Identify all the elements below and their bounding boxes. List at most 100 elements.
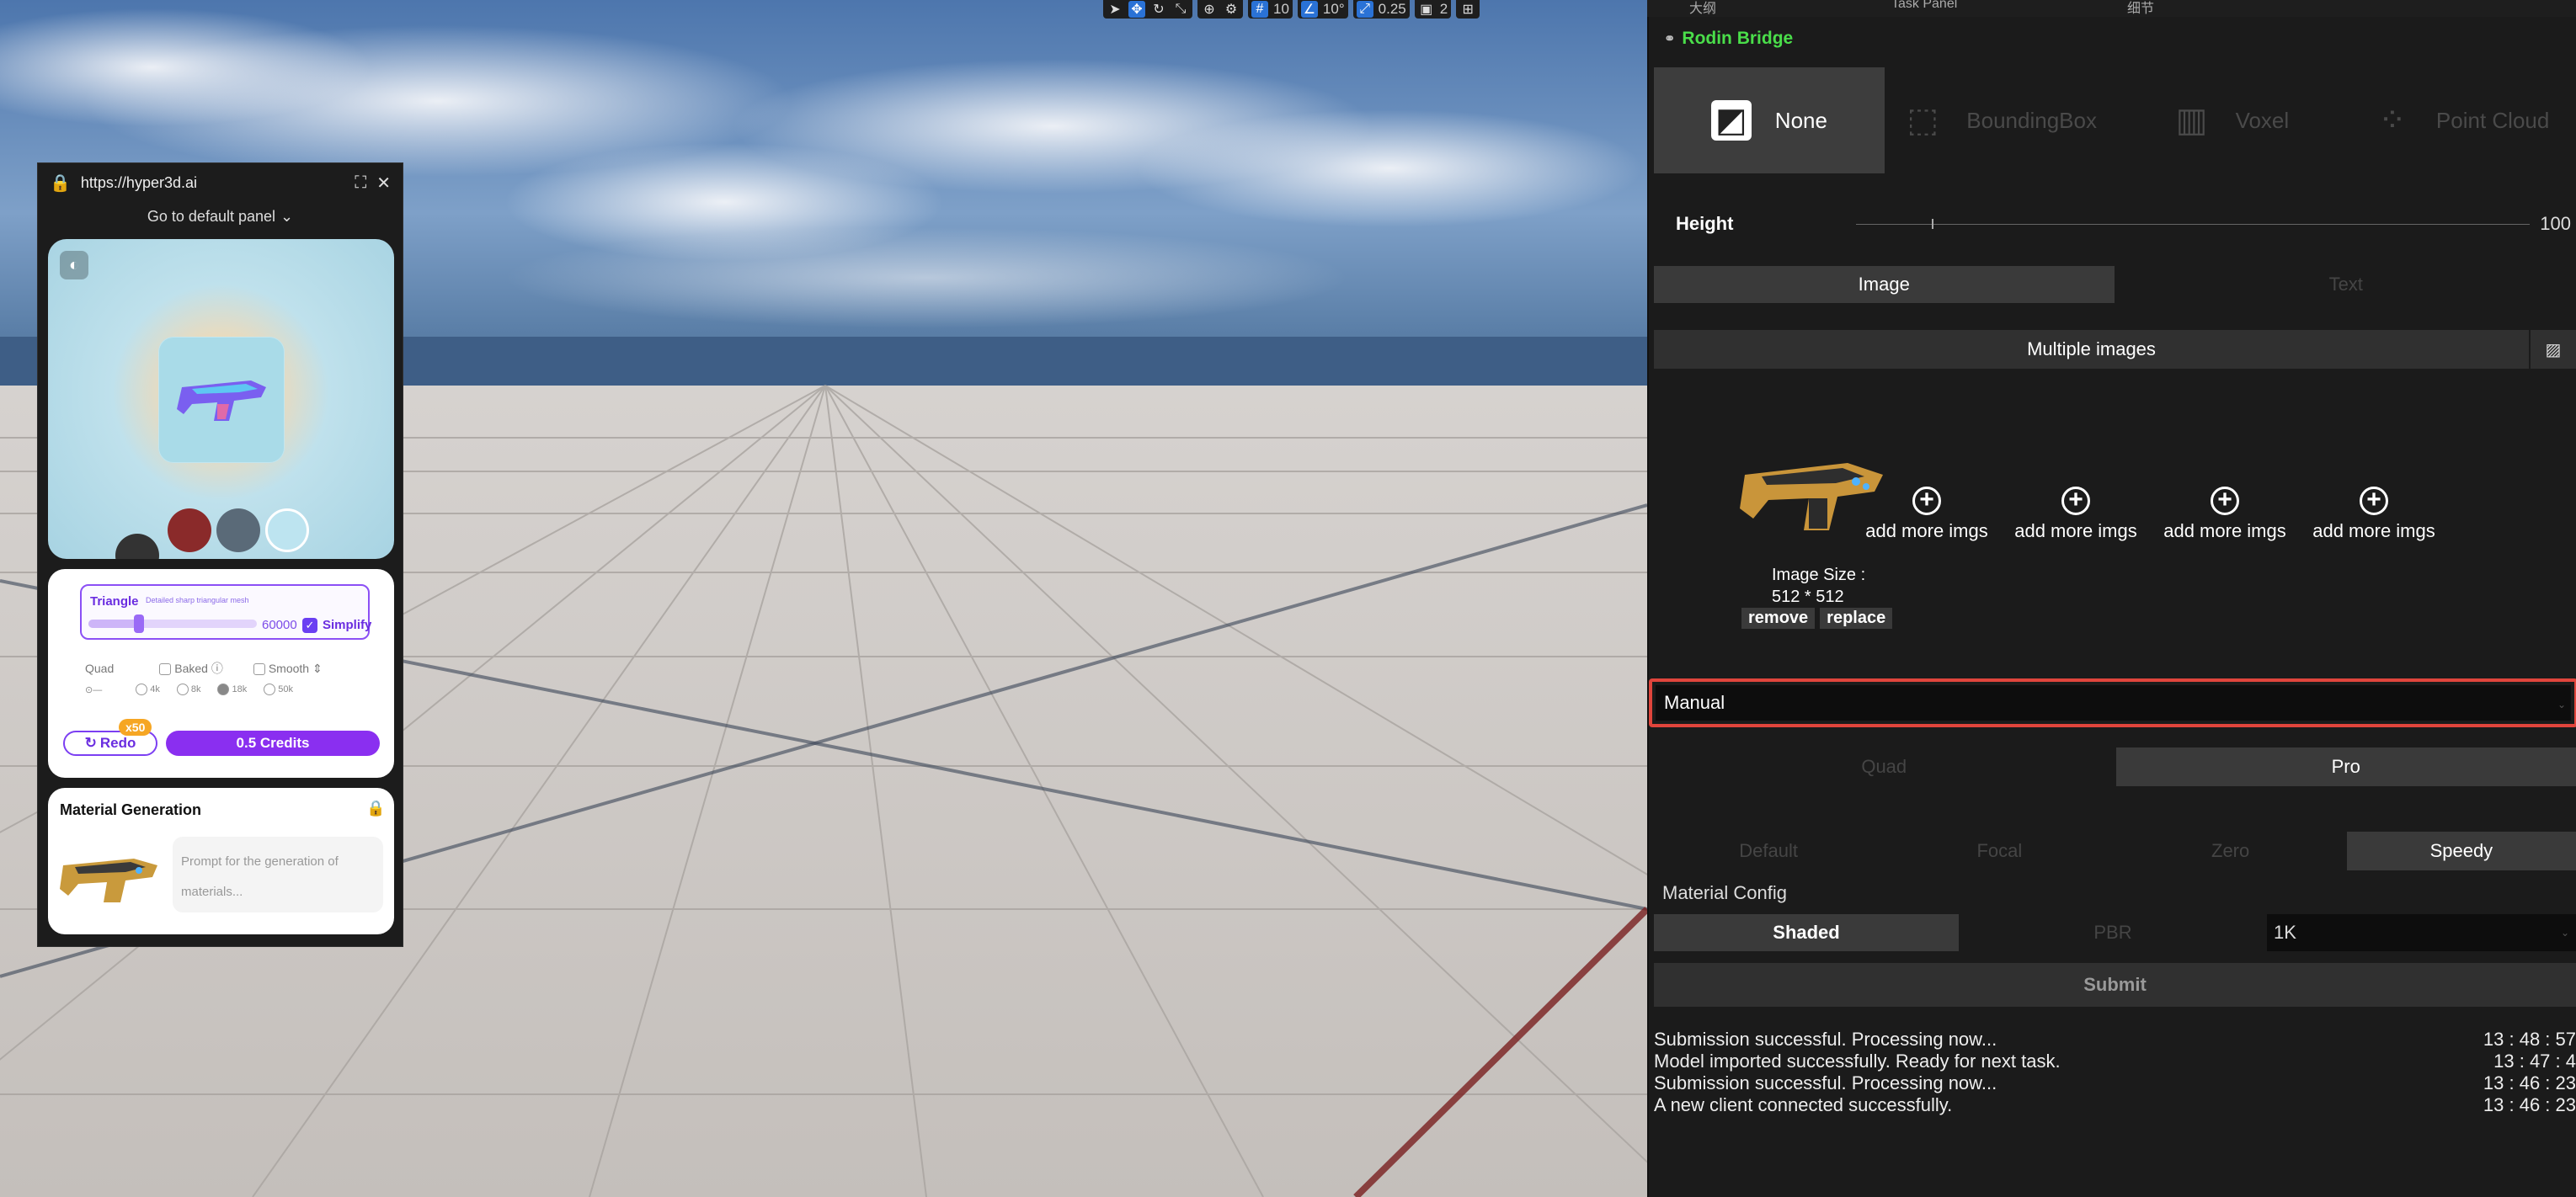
mode-point-cloud[interactable]: ⁘ Point Cloud [2345, 67, 2576, 173]
replace-button[interactable]: replace [1820, 608, 1893, 629]
add-more-label: add more imgs [2312, 520, 2435, 541]
history-thumbnail[interactable] [216, 508, 260, 552]
log-entry: Model imported successfully. Ready for n… [1654, 1051, 2576, 1072]
tab-outliner[interactable]: 大纲 [1689, 0, 1716, 17]
resolution-slider-icon[interactable]: ⊙— [85, 684, 102, 695]
credits-button[interactable]: 0.5 Credits [166, 731, 380, 756]
lock-icon[interactable]: 🔒 [366, 800, 385, 817]
radio-button[interactable] [136, 684, 148, 695]
refresh-icon: ↻ [84, 735, 97, 751]
scale-tool-icon[interactable]: ⤡ [1172, 1, 1189, 18]
radio-button[interactable] [176, 684, 189, 695]
mode-boundingbox[interactable]: ⬚ BoundingBox [1884, 67, 2115, 173]
quality-default-tab[interactable]: Default [1654, 832, 1884, 870]
tab-details[interactable]: 细节 [2127, 0, 2154, 17]
texture-resolution-dropdown[interactable]: 1K ⌄ [2267, 914, 2576, 951]
camera-speed-value: 2 [1439, 1, 1448, 17]
log-entry: A new client connected successfully. 13 … [1654, 1094, 2576, 1116]
history-thumbnail-selected[interactable] [265, 508, 309, 552]
mode-none[interactable]: ◩ None [1654, 67, 1885, 173]
baked-option[interactable]: Baked ⓘ [159, 660, 223, 677]
history-thumbnail[interactable] [168, 508, 211, 552]
tab-task-panel[interactable]: Task Panel [1891, 0, 1957, 12]
grid-snap-icon[interactable]: # [1251, 1, 1268, 18]
surface-snap-icon[interactable]: ⚙ [1223, 1, 1240, 18]
material-prompt-input[interactable]: Prompt for the generation of materials..… [173, 837, 383, 912]
mode-voxel[interactable]: ▥ Voxel [2115, 67, 2346, 173]
triangle-option[interactable]: Triangle Detailed sharp triangular mesh … [80, 584, 371, 640]
input-type-toggle: Image Text [1654, 266, 2576, 303]
close-icon[interactable]: ✕ [376, 173, 391, 194]
scale-snap[interactable]: ⤢ 0.25 [1352, 0, 1410, 19]
dropdown-arrow-icon: ⌄ [2560, 927, 2569, 939]
expand-icon[interactable]: ⛶ [355, 173, 366, 193]
angle-snap[interactable]: ∠ 10° [1297, 0, 1348, 19]
face-count-slider[interactable] [88, 614, 257, 633]
select-tool-icon[interactable]: ➤ [1107, 1, 1123, 18]
viewport-layout-icon[interactable]: ⊞ [1459, 1, 1476, 18]
chevron-down-icon: ⌄ [280, 207, 294, 225]
mode-label: Point Cloud [2435, 107, 2550, 133]
camera-speed-icon[interactable]: ▣ [1418, 1, 1435, 18]
height-value[interactable]: 100 [2540, 213, 2571, 235]
height-slider[interactable] [1856, 224, 2530, 225]
pro-tab[interactable]: Pro [2115, 747, 2576, 786]
shaded-tab[interactable]: Shaded [1654, 914, 1959, 951]
radio-button[interactable] [264, 684, 276, 695]
mesh-options-row: Quad Baked ⓘ Smooth ⇕ [85, 660, 323, 677]
layout-button[interactable]: ⊞ [1456, 0, 1480, 19]
add-image-slot[interactable]: + add more imgs [2008, 487, 2143, 542]
material-config-label: Material Config [1662, 882, 1787, 903]
generation-mode-dropdown[interactable]: Manual ⌄ [1649, 678, 2576, 727]
camera-speed[interactable]: ▣ 2 [1414, 0, 1452, 19]
scale-snap-icon[interactable]: ⤢ [1356, 1, 1373, 18]
grid-snap[interactable]: # 10 [1248, 0, 1293, 19]
triangle-description: Detailed sharp triangular mesh [146, 596, 249, 604]
move-tool-icon[interactable]: ✥ [1128, 1, 1145, 18]
log-time: 13 : 46 : 23 [2483, 1094, 2576, 1115]
submit-button[interactable]: Submit [1654, 963, 2576, 1007]
log-time: 13 : 46 : 23 [2483, 1072, 2576, 1093]
pbr-tab[interactable]: PBR [1960, 914, 2265, 951]
resolution-option[interactable]: 50k [264, 684, 293, 695]
bridge-icon: ⚭ [1664, 32, 1676, 46]
quality-zero-tab[interactable]: Zero [2115, 832, 2345, 870]
quality-speedy-tab[interactable]: Speedy [2346, 832, 2576, 870]
height-slider-tick[interactable] [1932, 219, 1933, 229]
resolution-option[interactable]: 18k [217, 684, 247, 695]
quality-toggle: Default Focal Zero Speedy [1654, 832, 2576, 870]
multiple-images-bar: Multiple images ▨ [1654, 330, 2576, 369]
radio-button-selected[interactable] [217, 684, 230, 695]
add-image-slot[interactable]: + add more imgs [1859, 487, 1994, 542]
remove-button[interactable]: remove [1741, 608, 1816, 629]
multiple-images-button[interactable]: Multiple images [1654, 338, 2529, 360]
smooth-option[interactable]: Smooth ⇕ [253, 662, 323, 676]
text-tab[interactable]: Text [2115, 266, 2576, 303]
viewport-toolbar: ➤ ✥ ↻ ⤡ ⊕ ⚙ # 10 ∠ 10° ⤢ 0.25 ▣ 2 ⊞ [1103, 0, 1480, 19]
image-size-label: Image Size : [1772, 566, 1866, 584]
history-thumbnail[interactable] [115, 534, 159, 559]
image-tab[interactable]: Image [1654, 266, 2115, 303]
add-image-slot[interactable]: + add more imgs [2157, 487, 2292, 542]
smooth-checkbox[interactable] [253, 662, 265, 675]
mode-label: None [1774, 107, 1827, 133]
resolution-option[interactable]: 8k [176, 684, 200, 695]
goto-default-label: Go to default panel [147, 207, 276, 225]
slider-knob[interactable] [134, 614, 144, 633]
quad-tab[interactable]: Quad [1654, 747, 2115, 786]
texture-resolution-value: 1K [2274, 922, 2296, 943]
model-preview[interactable]: ◐ [48, 239, 394, 559]
simplify-checkbox[interactable]: ✓ [302, 618, 317, 633]
goto-default-panel[interactable]: Go to default panel ⌄ [38, 202, 403, 231]
resolution-label: 4k [150, 684, 160, 694]
add-more-label: add more imgs [2163, 520, 2286, 541]
add-image-slot[interactable]: + add more imgs [2307, 487, 2441, 542]
image-picker-icon[interactable]: ▨ [2529, 330, 2576, 369]
angle-snap-icon[interactable]: ∠ [1300, 1, 1318, 18]
rotate-tool-icon[interactable]: ↻ [1150, 1, 1167, 18]
resolution-option[interactable]: 4k [136, 684, 160, 695]
globe-icon[interactable]: ◐ [60, 251, 88, 279]
quality-focal-tab[interactable]: Focal [1885, 832, 2115, 870]
baked-checkbox[interactable] [159, 663, 172, 676]
world-space-icon[interactable]: ⊕ [1201, 1, 1218, 18]
